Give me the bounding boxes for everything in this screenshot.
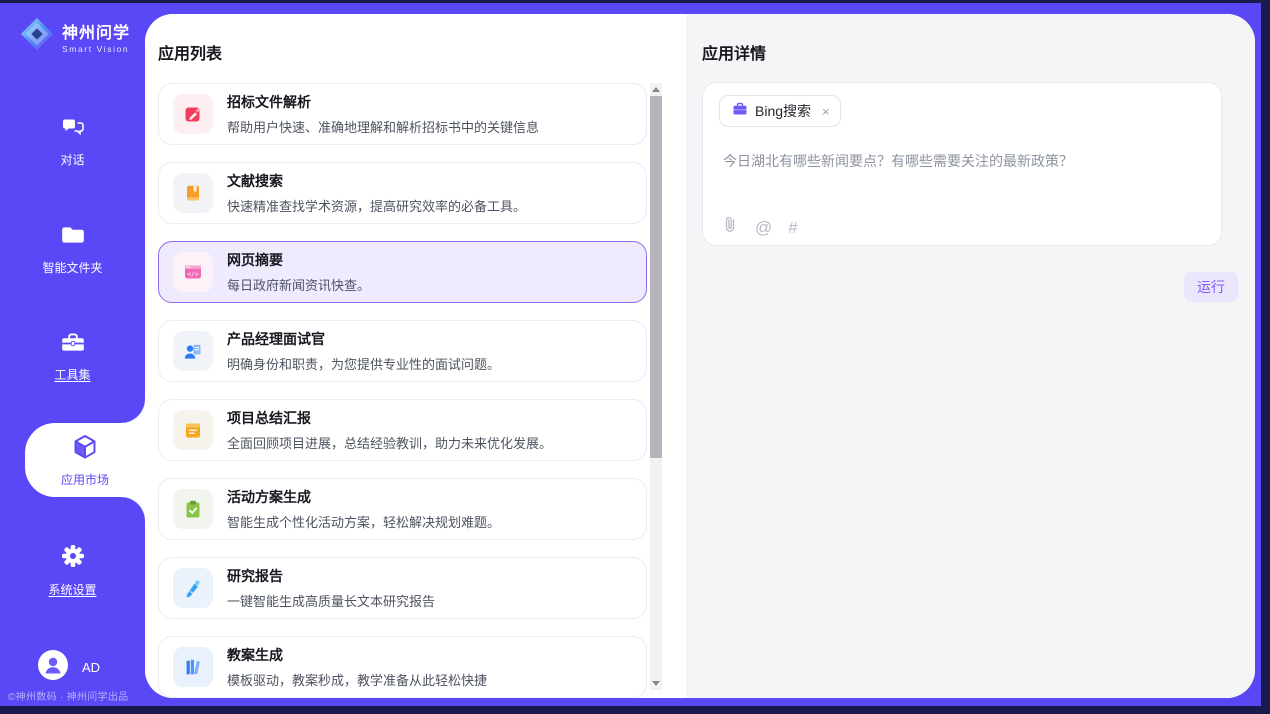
app-desc: 每日政府新闻资讯快查。 <box>227 275 370 294</box>
edit-document-icon <box>173 94 213 134</box>
diamond-logo-icon <box>20 17 54 56</box>
svg-text:</>: </> <box>187 271 198 278</box>
sidebar-item-label: 智能文件夹 <box>42 259 102 276</box>
at-icon[interactable]: @ <box>755 219 772 236</box>
chat-icon <box>60 115 86 144</box>
app-title: 文献搜索 <box>227 171 526 191</box>
paperclip-icon[interactable] <box>721 215 739 240</box>
books-icon <box>173 647 213 687</box>
app-list-item-pm-interviewer[interactable]: 产品经理面试官 明确身份和职责，为您提供专业性的面试问题。 <box>158 320 647 382</box>
app-title: 产品经理面试官 <box>227 329 500 349</box>
sidebar-item-label: 应用市场 <box>61 471 109 488</box>
app-list-item-event-plan[interactable]: 活动方案生成 智能生成个性化活动方案，轻松解决规划难题。 <box>158 478 647 540</box>
app-desc: 模板驱动，教案秒成，教学准备从此轻松快捷 <box>227 670 487 689</box>
sidebar-item-settings[interactable]: 系统设置 <box>0 543 145 598</box>
folder-icon <box>60 223 86 252</box>
sidebar: 神州问学 Smart Vision 对话 智能文件夹 <box>0 3 145 706</box>
app-list-item-bid-parse[interactable]: 招标文件解析 帮助用户快速、准确地理解和解析招标书中的关键信息 <box>158 83 647 145</box>
interviewer-icon <box>173 331 213 371</box>
app-title: 教案生成 <box>227 645 487 665</box>
clipboard-check-icon <box>173 489 213 529</box>
sidebar-item-label: 系统设置 <box>48 581 96 598</box>
close-icon[interactable]: × <box>822 104 830 119</box>
app-desc: 明确身份和职责，为您提供专业性的面试问题。 <box>227 354 500 373</box>
app-desc: 快速精准查找学术资源，提高研究效率的必备工具。 <box>227 196 526 215</box>
brand-logo: 神州问学 Smart Vision <box>20 17 130 56</box>
app-list-panel: 应用列表 招标文件解析 帮助用户快速、准确地理解和解析招标书中的关键信息 <box>145 14 686 698</box>
webpage-code-icon: </> <box>173 252 213 292</box>
report-calendar-icon <box>173 410 213 450</box>
app-list-item-literature-search[interactable]: 文献搜索 快速精准查找学术资源，提高研究效率的必备工具。 <box>158 162 647 224</box>
sidebar-item-smart-folder[interactable]: 智能文件夹 <box>0 223 145 276</box>
app-desc: 帮助用户快速、准确地理解和解析招标书中的关键信息 <box>227 117 539 136</box>
prompt-card: Bing搜索 × 今日湖北有哪些新闻要点？有哪些需要关注的最新政策？ @ # <box>702 82 1222 246</box>
app-title: 项目总结汇报 <box>227 408 552 428</box>
sidebar-item-app-market[interactable]: 应用市场 <box>25 423 145 497</box>
query-text[interactable]: 今日湖北有哪些新闻要点？有哪些需要关注的最新政策？ <box>723 151 1201 171</box>
app-list-item-research-report[interactable]: 研究报告 一键智能生成高质量长文本研究报告 <box>158 557 647 619</box>
app-title: 研究报告 <box>227 566 435 586</box>
app-list-title: 应用列表 <box>158 40 222 64</box>
app-list-item-lesson-plan[interactable]: 教案生成 模板驱动，教案秒成，教学准备从此轻松快捷 <box>158 636 647 698</box>
app-desc: 智能生成个性化活动方案，轻松解决规划难题。 <box>227 512 500 531</box>
app-list-item-webpage-summary[interactable]: </> 网页摘要 每日政府新闻资讯快查。 <box>158 241 647 303</box>
content-area: 应用列表 招标文件解析 帮助用户快速、准确地理解和解析招标书中的关键信息 <box>145 14 1255 698</box>
app-window: 神州问学 Smart Vision 对话 智能文件夹 <box>0 0 1270 714</box>
triangle-up-icon <box>652 87 660 92</box>
brand-title: 神州问学 <box>62 19 130 43</box>
hash-icon[interactable]: # <box>788 219 797 236</box>
app-title: 活动方案生成 <box>227 487 500 507</box>
book-icon <box>173 173 213 213</box>
app-detail-panel: 应用详情 Bing搜索 × 今日湖北有哪些新闻要点？有哪些需要关注的最新政策？ <box>686 14 1255 698</box>
user-account[interactable]: AD <box>38 650 100 685</box>
app-desc: 全面回顾项目进展，总结经验教训，助力未来优化发展。 <box>227 433 552 452</box>
copyright-footer: ©神州数码 · 神州问学出品 <box>8 688 145 703</box>
triangle-down-icon <box>652 681 660 686</box>
cube-icon <box>71 433 99 466</box>
app-background: 神州问学 Smart Vision 对话 智能文件夹 <box>0 3 1261 706</box>
scrollbar <box>650 83 662 690</box>
app-title: 招标文件解析 <box>227 92 539 112</box>
research-pen-icon <box>173 568 213 608</box>
app-list-item-project-summary[interactable]: 项目总结汇报 全面回顾项目进展，总结经验教训，助力未来优化发展。 <box>158 399 647 461</box>
plugin-chip-bing-search[interactable]: Bing搜索 × <box>719 95 841 127</box>
scrollbar-up-arrow[interactable] <box>650 83 662 96</box>
briefcase-icon <box>732 101 748 122</box>
brand-subtitle: Smart Vision <box>62 44 130 54</box>
toolbox-icon <box>60 330 86 359</box>
avatar-icon <box>38 650 68 685</box>
sidebar-item-label: 对话 <box>60 151 84 168</box>
run-button[interactable]: 运行 <box>1184 272 1238 302</box>
app-title: 网页摘要 <box>227 250 370 270</box>
user-name: AD <box>82 660 100 675</box>
app-desc: 一键智能生成高质量长文本研究报告 <box>227 591 435 610</box>
sidebar-item-chat[interactable]: 对话 <box>0 115 145 168</box>
sidebar-item-label: 工具集 <box>54 366 90 383</box>
input-toolbar: @ # <box>721 215 798 240</box>
gear-icon <box>60 543 86 574</box>
app-detail-title: 应用详情 <box>702 40 766 64</box>
sidebar-item-toolset[interactable]: 工具集 <box>0 330 145 383</box>
scrollbar-thumb[interactable] <box>650 96 662 458</box>
scrollbar-down-arrow[interactable] <box>650 677 662 690</box>
plugin-chip-label: Bing搜索 <box>755 101 811 121</box>
app-list: 招标文件解析 帮助用户快速、准确地理解和解析招标书中的关键信息 文献搜索 <box>158 83 647 698</box>
